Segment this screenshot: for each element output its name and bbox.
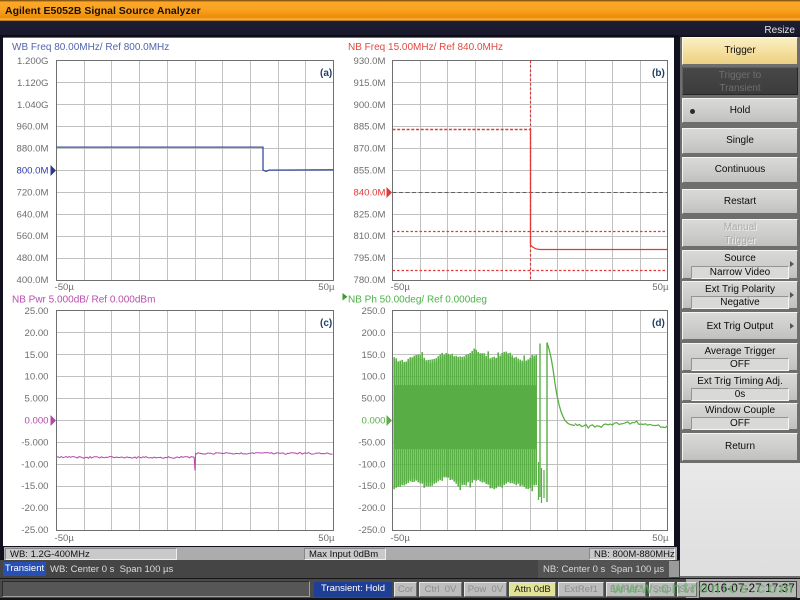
svg-text:1.120G: 1.120G <box>17 78 48 89</box>
svg-text:-5.000: -5.000 <box>21 437 48 448</box>
svg-text:-50.00: -50.00 <box>358 437 385 448</box>
svg-text:-100.0: -100.0 <box>358 459 385 470</box>
svg-text:-20.00: -20.00 <box>21 503 48 514</box>
svg-text:150.0: 150.0 <box>361 350 385 361</box>
svg-text:400.0M: 400.0M <box>17 275 49 286</box>
svg-text:10.00: 10.00 <box>24 372 48 383</box>
svg-text:-50µ: -50µ <box>55 533 75 544</box>
svg-text:855.0M: 855.0M <box>354 166 386 177</box>
svg-text:(b): (b) <box>652 68 665 79</box>
svg-text:960.0M: 960.0M <box>17 122 49 133</box>
svg-text:-200.0: -200.0 <box>358 503 385 514</box>
svg-text:100.0: 100.0 <box>361 372 385 383</box>
svg-text:50µ: 50µ <box>318 282 335 293</box>
svg-text:795.0M: 795.0M <box>354 253 386 264</box>
svg-text:250.0: 250.0 <box>361 306 385 317</box>
svg-text:840.0M: 840.0M <box>354 187 386 198</box>
svg-text:825.0M: 825.0M <box>354 209 386 220</box>
svg-text:885.0M: 885.0M <box>354 122 386 133</box>
svg-text:0.000: 0.000 <box>24 416 48 427</box>
svg-text:50µ: 50µ <box>318 533 335 544</box>
svg-text:-250.0: -250.0 <box>358 525 385 536</box>
svg-text:-10.00: -10.00 <box>21 459 48 470</box>
svg-text:20.00: 20.00 <box>24 328 48 339</box>
svg-text:(c): (c) <box>320 318 332 329</box>
svg-text:-15.00: -15.00 <box>21 481 48 492</box>
svg-text:WB Freq 80.00MHz/ Ref 800.0MHz: WB Freq 80.00MHz/ Ref 800.0MHz <box>12 42 169 53</box>
svg-text:200.0: 200.0 <box>361 328 385 339</box>
svg-text:-50µ: -50µ <box>391 282 411 293</box>
svg-text:780.0M: 780.0M <box>354 275 386 286</box>
svg-text:800.0M: 800.0M <box>17 166 49 177</box>
svg-text:50µ: 50µ <box>652 282 669 293</box>
svg-text:560.0M: 560.0M <box>17 231 49 242</box>
svg-text:-50µ: -50µ <box>55 282 75 293</box>
svg-text:900.0M: 900.0M <box>354 100 386 111</box>
svg-text:720.0M: 720.0M <box>17 187 49 198</box>
svg-text:(a): (a) <box>320 68 332 79</box>
svg-text:870.0M: 870.0M <box>354 144 386 155</box>
svg-text:-150.0: -150.0 <box>358 481 385 492</box>
svg-text:1.200G: 1.200G <box>17 56 48 67</box>
svg-text:-25.00: -25.00 <box>21 525 48 536</box>
svg-text:5.000: 5.000 <box>24 394 48 405</box>
svg-text:NB Freq 15.00MHz/ Ref 840.0MHz: NB Freq 15.00MHz/ Ref 840.0MHz <box>348 42 503 53</box>
svg-text:15.00: 15.00 <box>24 350 48 361</box>
svg-text:50µ: 50µ <box>652 533 669 544</box>
svg-text:(d): (d) <box>652 318 665 329</box>
svg-text:480.0M: 480.0M <box>17 253 49 264</box>
svg-text:25.00: 25.00 <box>24 306 48 317</box>
svg-text:915.0M: 915.0M <box>354 78 386 89</box>
svg-text:880.0M: 880.0M <box>17 144 49 155</box>
svg-text:NB Pwr 5.000dB/ Ref 0.000dBm: NB Pwr 5.000dB/ Ref 0.000dBm <box>12 295 155 306</box>
svg-text:810.0M: 810.0M <box>354 231 386 242</box>
svg-text:1.040G: 1.040G <box>17 100 48 111</box>
svg-text:NB Ph 50.00deg/ Ref 0.000deg: NB Ph 50.00deg/ Ref 0.000deg <box>348 295 487 306</box>
svg-text:930.0M: 930.0M <box>354 56 386 67</box>
svg-text:640.0M: 640.0M <box>17 209 49 220</box>
svg-text:0.000: 0.000 <box>361 416 385 427</box>
svg-text:-50µ: -50µ <box>391 533 411 544</box>
svg-text:50.00: 50.00 <box>361 394 385 405</box>
